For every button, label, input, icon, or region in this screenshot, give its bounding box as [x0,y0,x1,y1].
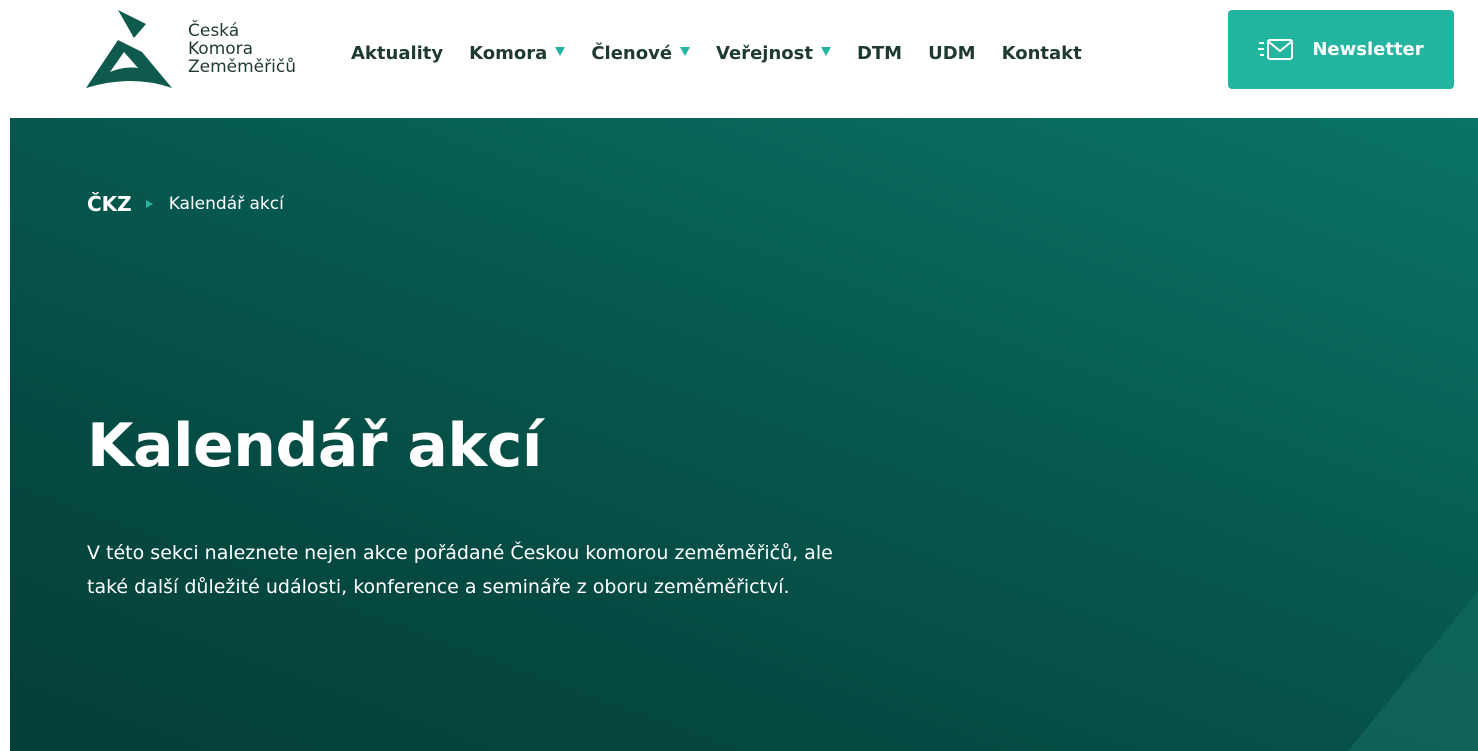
nav-item-aktuality[interactable]: Aktuality [351,43,443,64]
nav-item-udm[interactable]: UDM [928,43,975,64]
nav-item-label: Aktuality [351,43,444,64]
newsletter-label: Newsletter [1312,39,1424,60]
breadcrumb-separator-icon [145,200,153,208]
breadcrumb: ČKZ Kalendář akcí [87,192,284,216]
breadcrumb-current: Kalendář akcí [168,194,284,214]
logo-line-3: Zeměměřičů [188,57,296,77]
logo-line-2: Komora [188,39,254,59]
site-header: Česká Komora Zeměměřičů Aktuality Komora… [0,0,1478,118]
ckz-logo-icon [86,10,172,88]
nav-item-label: Členové [591,43,673,64]
page-title: Kalendář akcí [87,411,542,481]
nav-item-dtm[interactable]: DTM [857,43,902,64]
logo-line-1: Česká [188,21,240,41]
nav-item-label: Kontakt [1001,43,1082,64]
nav-item-label: Komora [469,43,548,64]
page-description: V této sekci naleznete nejen akce pořáda… [87,542,833,598]
nav-item-clenove[interactable]: Členové [591,43,691,64]
nav-item-kontakt[interactable]: Kontakt [1002,43,1082,64]
decorative-shape [1348,591,1478,751]
logo-text: Česká Komora Zeměměřičů [188,22,296,76]
caret-down-icon [680,47,691,56]
nav-item-label: DTM [856,43,903,64]
nav-item-komora[interactable]: Komora [469,43,566,64]
mail-icon [1258,38,1294,60]
nav-item-label: UDM [928,43,976,64]
newsletter-button[interactable]: Newsletter [1228,10,1454,89]
caret-down-icon [555,47,566,56]
caret-down-icon [820,47,831,56]
hero-banner: ČKZ Kalendář akcí Kalendář akcí V této s… [10,118,1478,751]
main-nav: Aktuality Komora Členové Veřejnost DTM U… [351,43,1108,64]
nav-item-label: Veřejnost [716,43,813,64]
nav-item-verejnost[interactable]: Veřejnost [716,43,831,64]
logo[interactable]: Česká Komora Zeměměřičů [84,10,296,90]
breadcrumb-home-link[interactable]: ČKZ [87,192,132,216]
